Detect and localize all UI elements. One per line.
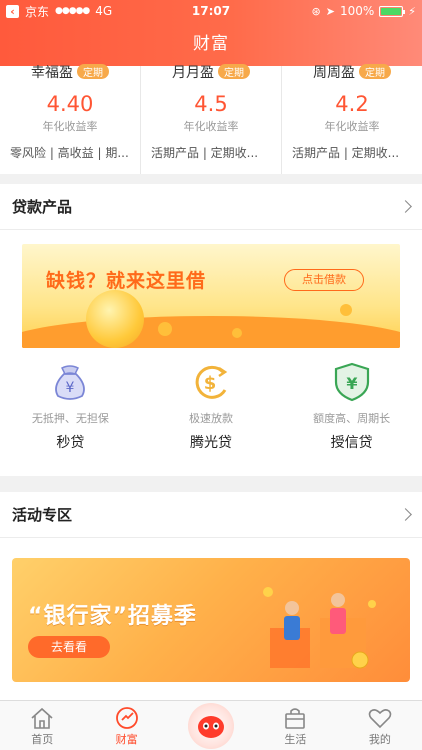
wealth-icon: [84, 705, 168, 731]
loan-item-sub: 极速放款: [189, 412, 233, 425]
activity-banner[interactable]: “银行家”招募季 去看看: [12, 558, 410, 682]
loan-item-sub: 额度高、周期长: [313, 412, 391, 425]
tab-home[interactable]: 首页: [0, 701, 84, 750]
mascot-icon: [188, 703, 235, 749]
svg-text:¥: ¥: [346, 374, 357, 393]
chevron-right-icon: [399, 508, 412, 521]
battery-icon: [379, 5, 406, 17]
go-see-button[interactable]: 去看看: [28, 636, 110, 658]
product-rate-label: 年化收益率: [183, 120, 239, 133]
product-name: 月月盈 定期: [141, 62, 281, 82]
product-name: 周周盈 定期: [282, 62, 422, 82]
activity-banner-text: “银行家”招募季: [28, 604, 197, 629]
svg-text:¥: ¥: [66, 380, 75, 396]
product-name-text: 月月盈: [172, 65, 214, 81]
loan-item-name: 秒贷: [56, 435, 85, 451]
tab-wealth[interactable]: 财富: [84, 701, 168, 750]
heart-icon: [338, 705, 422, 731]
coin-icon: [340, 304, 352, 316]
tab-label: 生活: [284, 733, 307, 746]
tab-label: 首页: [31, 733, 54, 746]
product-tag: 定期: [77, 64, 109, 79]
loan-banner-text: 缺钱？就来这里借: [46, 270, 207, 292]
coin-icon: [158, 322, 172, 336]
loan-section-header[interactable]: 贷款产品: [0, 184, 422, 230]
product-tag: 定期: [359, 64, 391, 79]
coin-icon: [86, 290, 144, 348]
loan-section: 贷款产品 缺钱？就来这里借 点击借款 ¥ 无抵押、无担保 秒贷 $ 极速放款 腾…: [0, 184, 422, 476]
app-header: ‹ 京东 ●●●●● 4G 17:07 ⊛ ➤ 100% ⚡ 财富: [0, 0, 422, 66]
product-rate-label: 年化收益率: [42, 120, 98, 133]
tab-life[interactable]: 生活: [253, 701, 337, 750]
product-name-text: 周周盈: [313, 65, 355, 81]
product-rate-label: 年化收益率: [324, 120, 380, 133]
status-time: 17:07: [191, 4, 231, 18]
loan-banner[interactable]: 缺钱？就来这里借 点击借款: [22, 244, 400, 348]
borrow-button[interactable]: 点击借款: [284, 269, 364, 291]
loan-item-name: 腾光贷: [190, 435, 232, 451]
shield-yuan-icon: ¥: [330, 360, 374, 404]
home-icon: [0, 705, 84, 731]
loan-item[interactable]: ¥ 无抵押、无担保 秒贷: [0, 360, 141, 452]
product-rate: 4.5: [194, 92, 228, 116]
status-bar: ‹ 京东 ●●●●● 4G 17:07 ⊛ ➤ 100% ⚡: [0, 0, 422, 22]
section-title: 贷款产品: [12, 198, 73, 216]
tab-mascot[interactable]: [169, 701, 253, 750]
tab-label: 财富: [115, 733, 138, 746]
banner-wave: [22, 316, 400, 348]
section-title: 活动专区: [12, 506, 73, 524]
coin-icon: [232, 328, 242, 338]
product-name: 幸福盈 定期: [0, 62, 140, 82]
product-name-text: 幸福盈: [31, 65, 73, 81]
tab-bar: 首页 财富 生活 我的: [0, 700, 422, 750]
product-tag: 定期: [218, 64, 250, 79]
bankers-illustration: [263, 587, 376, 669]
product-rate: 4.40: [46, 92, 94, 116]
tab-label: 我的: [368, 733, 391, 746]
activity-section-header[interactable]: 活动专区: [0, 492, 422, 538]
loan-item-sub: 无抵押、无担保: [31, 412, 109, 425]
product-card[interactable]: 幸福盈 定期 4.40 年化收益率 零风险 | 高收益 | 期...: [0, 64, 141, 174]
product-card[interactable]: 月月盈 定期 4.5 年化收益率 活期产品 | 定期收...: [141, 64, 282, 174]
product-desc: 活期产品 | 定期收...: [292, 146, 400, 160]
product-row: 幸福盈 定期 4.40 年化收益率 零风险 | 高收益 | 期... 月月盈 定期 …: [0, 64, 422, 174]
bag-icon: [253, 705, 337, 731]
loan-item[interactable]: ¥ 额度高、周期长 授信贷: [281, 360, 422, 452]
tab-mine[interactable]: 我的: [338, 701, 422, 750]
money-bag-icon: ¥: [48, 360, 92, 404]
page-title: 财富: [193, 34, 229, 54]
product-rate: 4.2: [335, 92, 369, 116]
loan-item-name: 授信贷: [330, 435, 373, 451]
dollar-arrow-icon: $: [189, 360, 233, 404]
activity-section: 活动专区 “银行家”招募季 去看看: [0, 492, 422, 700]
svg-text:$: $: [204, 373, 217, 394]
product-desc: 活期产品 | 定期收...: [151, 146, 259, 160]
loan-item[interactable]: $ 极速放款 腾光贷: [141, 360, 282, 452]
product-card[interactable]: 周周盈 定期 4.2 年化收益率 活期产品 | 定期收...: [282, 64, 422, 174]
loan-items: ¥ 无抵押、无担保 秒贷 $ 极速放款 腾光贷 ¥ 额度高、周期长 授信贷: [0, 360, 422, 452]
chevron-right-icon: [399, 200, 412, 213]
product-desc: 零风险 | 高收益 | 期...: [10, 146, 129, 160]
